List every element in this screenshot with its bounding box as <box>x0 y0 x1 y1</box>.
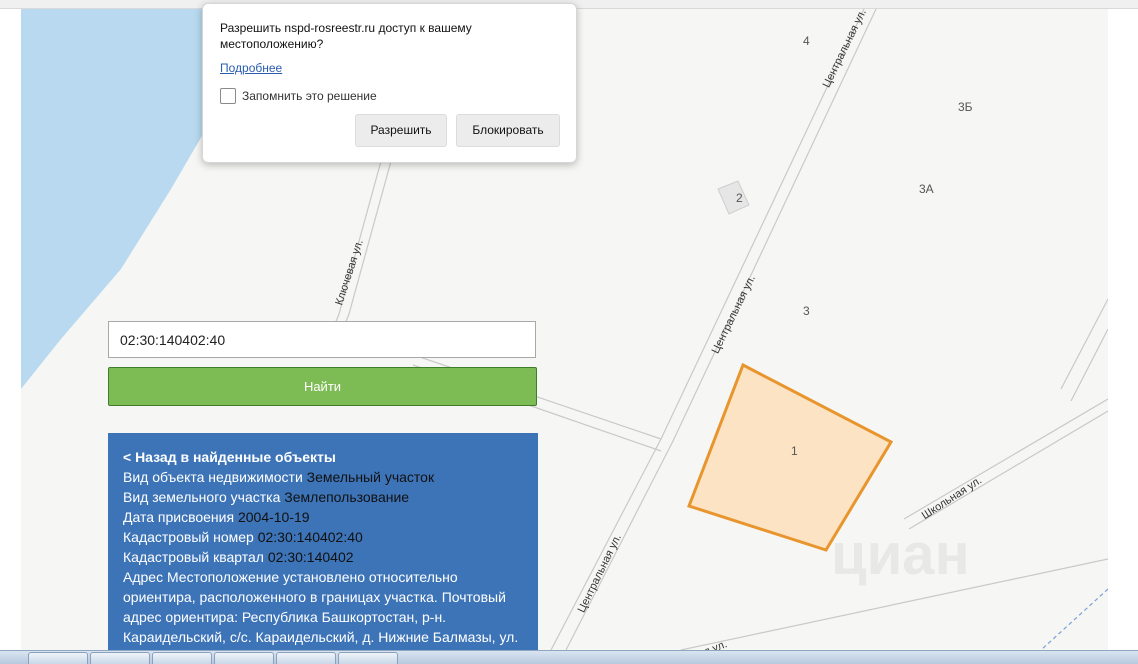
back-to-results-link[interactable]: < Назад в найденные объекты <box>123 447 524 467</box>
taskbar-app-button[interactable] <box>28 652 88 664</box>
house-number: 4 <box>803 34 810 48</box>
house-number: 3Б <box>958 100 973 114</box>
house-number: 2 <box>736 191 743 205</box>
house-number: 3 <box>803 304 810 318</box>
allow-button[interactable]: Разрешить <box>355 114 447 147</box>
watermark: циан <box>831 522 970 587</box>
taskbar-app-button[interactable] <box>90 652 150 664</box>
taskbar-app-button[interactable] <box>152 652 212 664</box>
house-number: 1 <box>791 444 798 458</box>
info-row: Вид объекта недвижимости Земельный участ… <box>123 469 435 485</box>
remember-checkbox[interactable] <box>220 88 236 104</box>
find-button[interactable]: Найти <box>108 367 537 406</box>
info-row: Вид земельного участка Землепользование <box>123 489 410 505</box>
info-address: Адрес Местоположение установлено относит… <box>123 569 519 645</box>
remember-label: Запомнить это решение <box>242 89 377 103</box>
cadastral-search-input[interactable]: 02:30:140402:40 <box>108 321 536 358</box>
building-2 <box>717 180 750 215</box>
block-button[interactable]: Блокировать <box>456 114 560 147</box>
info-row: Кадастровый номер 02:30:140402:40 <box>123 529 363 545</box>
info-row: Дата присвоения 2004-10-19 <box>123 509 310 525</box>
info-row: Кадастровый квартал 02:30:140402 <box>123 549 354 565</box>
taskbar-app-button[interactable] <box>276 652 336 664</box>
location-permission-prompt: Разрешить nspd-rosreestr.ru доступ к ваш… <box>202 3 577 163</box>
taskbar-app-button[interactable] <box>214 652 274 664</box>
taskbar-app-button[interactable] <box>338 652 398 664</box>
object-info-panel: < Назад в найденные объекты Вид объекта … <box>108 433 538 650</box>
learn-more-link[interactable]: Подробнее <box>220 61 282 75</box>
permission-message: Разрешить nspd-rosreestr.ru доступ к ваш… <box>220 21 472 51</box>
house-number: 3А <box>919 182 934 196</box>
